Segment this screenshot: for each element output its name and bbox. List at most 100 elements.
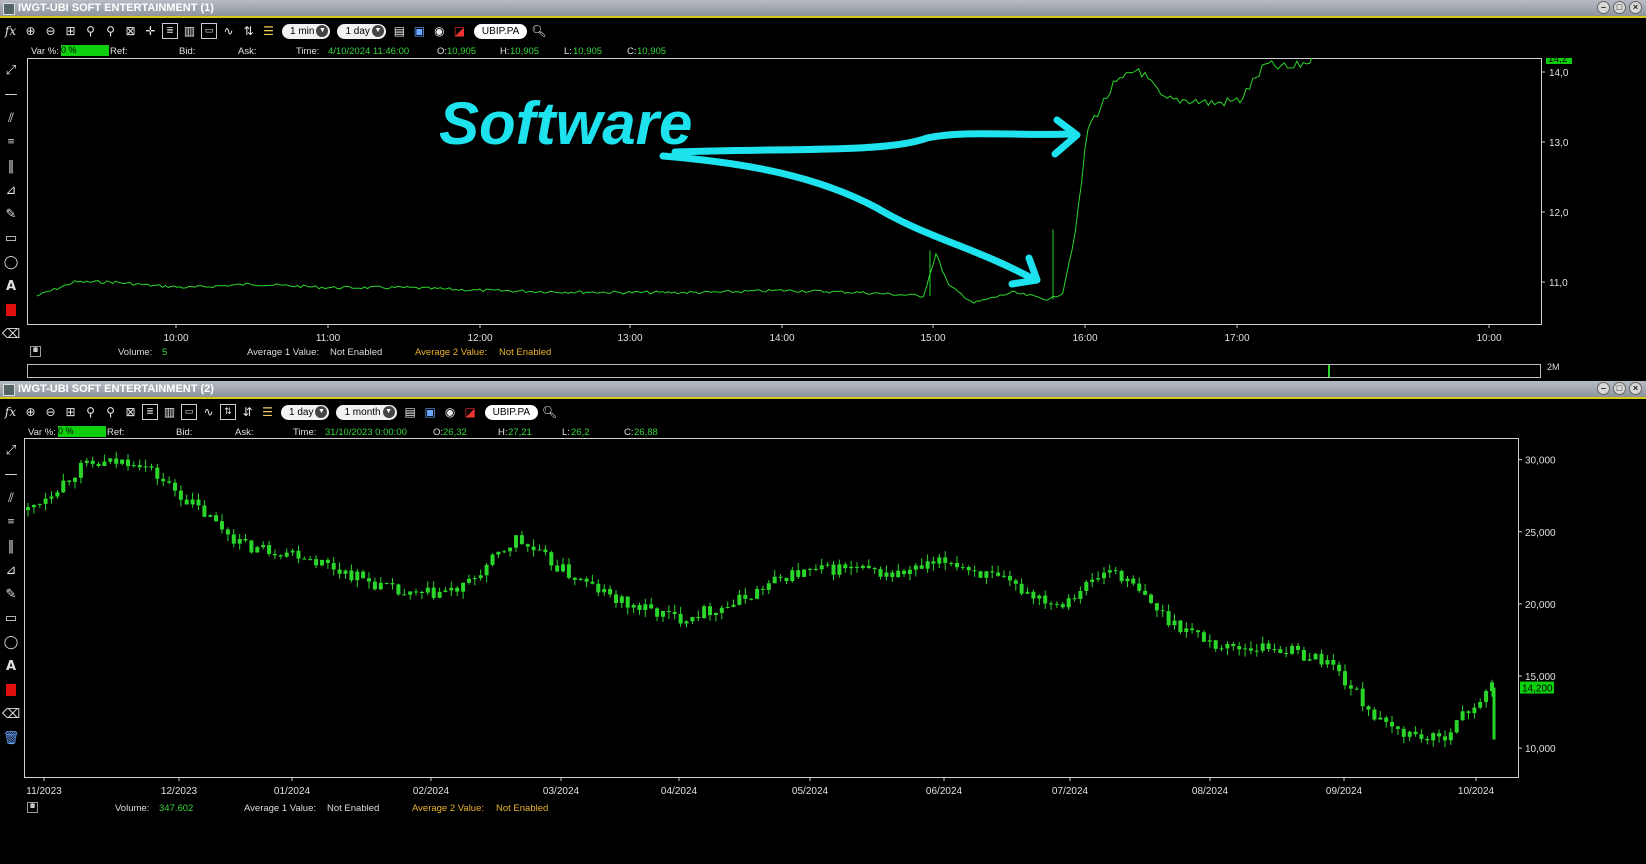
candle-body: [925, 561, 930, 569]
save-icon[interactable]: ▣: [411, 23, 428, 40]
color-picker-icon[interactable]: ◪: [451, 23, 468, 40]
trash-icon[interactable]: 🗑︎: [2, 728, 20, 748]
settings-list-icon[interactable]: ☰: [259, 404, 276, 421]
print-icon[interactable]: ▤: [391, 23, 408, 40]
period-select[interactable]: 1 month ▼: [336, 404, 397, 420]
ellipse-icon[interactable]: ◯: [2, 252, 20, 272]
zoom-x-icon[interactable]: ⚲: [82, 404, 99, 421]
text-tool-icon[interactable]: A: [2, 276, 20, 296]
ohlc-icon[interactable]: ⇵: [239, 404, 256, 421]
zoom-in-icon[interactable]: ⊕: [22, 404, 39, 421]
window-layout-icon[interactable]: ▭: [201, 23, 217, 39]
candlestick-icon[interactable]: ⇅: [240, 23, 257, 40]
x-tick-label: 12:00: [467, 333, 492, 344]
crosshair-icon[interactable]: ✛: [142, 23, 159, 40]
data-table-icon[interactable]: ≣: [142, 404, 158, 420]
symbol-input[interactable]: UBIP.PA: [484, 404, 539, 420]
color-picker-icon[interactable]: ◪: [462, 404, 479, 421]
zoom-out-icon[interactable]: ⊖: [42, 404, 59, 421]
zoom-y-icon[interactable]: ⚲: [102, 23, 119, 40]
search-icon[interactable]: 🔍︎: [530, 23, 547, 40]
window-2-titlebar[interactable]: IWGT-UBI SOFT ENTERTAINMENT (2) – □ ×: [0, 381, 1646, 397]
timeline-scrollbar[interactable]: [27, 364, 1541, 378]
color-swatch[interactable]: [2, 680, 20, 700]
function-icon[interactable]: fx: [2, 23, 19, 40]
vertical-lines-icon[interactable]: ‖: [2, 536, 20, 556]
print-icon[interactable]: ▤: [402, 404, 419, 421]
fibonacci-icon[interactable]: ≡: [2, 512, 20, 532]
zoom-x-icon[interactable]: ⚲: [82, 23, 99, 40]
minimize-button[interactable]: –: [1597, 382, 1610, 395]
save-icon[interactable]: ▣: [422, 404, 439, 421]
channel-icon[interactable]: ⫽: [2, 488, 20, 508]
eraser-icon[interactable]: ⌫: [2, 704, 20, 724]
fibonacci-icon[interactable]: ≡: [2, 132, 20, 152]
channel-icon[interactable]: ⫽: [2, 108, 20, 128]
candlestick-icon[interactable]: ⇅: [220, 404, 236, 420]
gann-icon[interactable]: ⊿: [2, 560, 20, 580]
ellipse-icon[interactable]: ◯: [2, 632, 20, 652]
refresh-icon[interactable]: ◉: [442, 404, 459, 421]
color-swatch[interactable]: [2, 300, 20, 320]
gann-icon[interactable]: ⊿: [2, 180, 20, 200]
line-chart-icon[interactable]: ∿: [200, 404, 217, 421]
intraday-chart[interactable]: 10:00 11:00 12:00 13:00 14:00 15:00 16:00 17:00…: [27, 58, 1646, 347]
function-icon[interactable]: fx: [2, 404, 19, 421]
zoom-fit-icon[interactable]: ⊞: [62, 404, 79, 421]
candle-body: [902, 570, 906, 574]
zoom-fit-icon[interactable]: ⊞: [62, 23, 79, 40]
zoom-reset-icon[interactable]: ⊠: [122, 404, 139, 421]
search-icon[interactable]: 🔍︎: [541, 404, 558, 421]
window-1-infobar: Var %: 0 % Ref: Bid: Ask: Time: 4/10/202…: [0, 45, 1646, 59]
bar-chart-icon[interactable]: ▥: [181, 23, 198, 40]
window-1-titlebar[interactable]: IWGT-UBI SOFT ENTERTAINMENT (1) – □ ×: [0, 0, 1646, 16]
interval-select[interactable]: 1 day ▼: [281, 404, 330, 420]
maximize-button[interactable]: □: [1613, 1, 1626, 14]
refresh-icon[interactable]: ◉: [431, 23, 448, 40]
vertical-lines-icon[interactable]: ‖: [2, 156, 20, 176]
x-tick-label: 09/2024: [1326, 786, 1363, 797]
candle-body: [531, 546, 536, 551]
eraser-icon[interactable]: ⌫: [2, 324, 20, 344]
zoom-in-icon[interactable]: ⊕: [22, 23, 39, 40]
candle-body: [790, 570, 795, 582]
rectangle-icon[interactable]: ▭: [2, 228, 20, 248]
y-tick-label: 20,000: [1525, 600, 1556, 611]
candle-body: [255, 547, 260, 553]
close-button[interactable]: ×: [1629, 1, 1642, 14]
zoom-reset-icon[interactable]: ⊠: [122, 23, 139, 40]
candle-body: [1343, 671, 1347, 686]
maximize-button[interactable]: □: [1613, 382, 1626, 395]
window-layout-icon[interactable]: ▭: [181, 404, 197, 420]
bar-chart-icon[interactable]: ▥: [161, 404, 178, 421]
daily-candlestick-chart[interactable]: 11/2023 12/2023 01/2024 02/2024 03/2024 04/20…: [24, 438, 1646, 800]
zoom-out-icon[interactable]: ⊖: [42, 23, 59, 40]
horizontal-line-icon[interactable]: —: [2, 464, 20, 484]
interval-select[interactable]: 1 min ▼: [282, 23, 331, 39]
x-tick-label: 08/2024: [1192, 786, 1229, 797]
close-button[interactable]: ×: [1629, 382, 1642, 395]
candle-body: [320, 559, 324, 566]
chevron-down-icon: ▼: [371, 24, 384, 37]
text-tool-icon[interactable]: A: [2, 656, 20, 676]
zoom-y-icon[interactable]: ⚲: [102, 404, 119, 421]
line-chart-icon[interactable]: ∿: [220, 23, 237, 40]
horizontal-line-icon[interactable]: —: [2, 84, 20, 104]
candle-body: [855, 566, 859, 568]
trendline-icon[interactable]: ⤢: [2, 60, 20, 80]
candle-body: [384, 582, 389, 584]
pencil-icon[interactable]: ✎: [2, 584, 20, 604]
low-value: 10,905: [573, 46, 603, 57]
candle-body: [1166, 611, 1171, 626]
high-label: H:: [500, 46, 510, 57]
symbol-input[interactable]: UBIP.PA: [473, 23, 528, 39]
pencil-icon[interactable]: ✎: [2, 204, 20, 224]
minimize-button[interactable]: –: [1597, 1, 1610, 14]
period-select[interactable]: 1 day ▼: [337, 23, 386, 39]
data-table-icon[interactable]: ≣: [162, 23, 178, 39]
settings-list-icon[interactable]: ☰: [260, 23, 277, 40]
rectangle-icon[interactable]: ▭: [2, 608, 20, 628]
candle-body: [243, 539, 248, 541]
candle-body: [884, 572, 889, 577]
trendline-icon[interactable]: ⤢: [2, 440, 20, 460]
